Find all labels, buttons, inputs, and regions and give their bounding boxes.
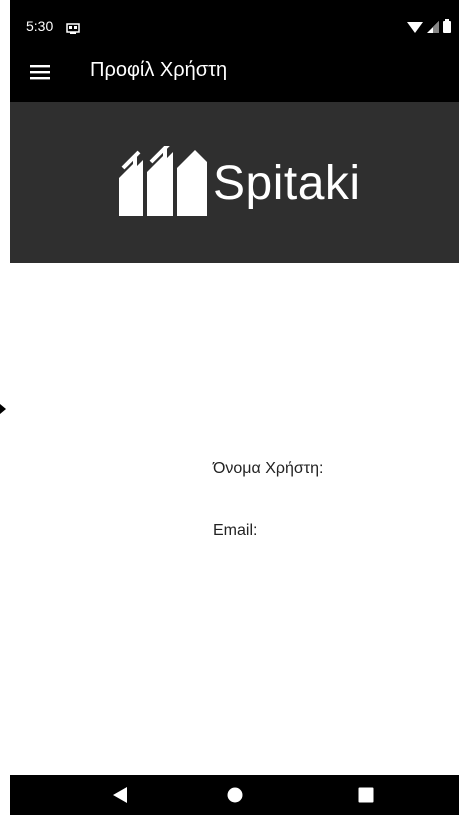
email-label: Email:: [213, 522, 258, 539]
signal-icon: [427, 18, 439, 37]
header-banner: Spitaki: [10, 102, 459, 263]
device-screen: 5:30 Προφίλ Χρήστη Spitaki Όνομα Χρήστη:…: [10, 0, 459, 815]
battery-icon: [443, 18, 451, 37]
home-circle-icon: [227, 787, 243, 803]
app-logo: Spitaki: [115, 142, 361, 220]
cast-icon: [66, 20, 80, 39]
recents-button[interactable]: [336, 775, 396, 815]
username-label: Όνομα Χρήστη:: [213, 460, 324, 477]
houses-logo-icon: [115, 142, 207, 220]
back-triangle-icon: [113, 787, 127, 803]
logo-text: Spitaki: [213, 156, 361, 210]
edge-arrow-marker: [0, 404, 6, 414]
system-nav-bar: [10, 775, 459, 815]
hamburger-menu-icon[interactable]: [30, 62, 50, 82]
recents-square-icon: [358, 787, 374, 803]
status-time: 5:30: [26, 18, 54, 34]
app-bar: Προφίλ Χρήστη: [10, 44, 459, 102]
wifi-icon: [407, 18, 423, 37]
back-button[interactable]: [90, 775, 150, 815]
home-button[interactable]: [205, 775, 265, 815]
status-bar: 5:30: [10, 0, 459, 44]
page-title: Προφίλ Χρήστη: [90, 59, 228, 81]
status-icons: [407, 18, 451, 37]
